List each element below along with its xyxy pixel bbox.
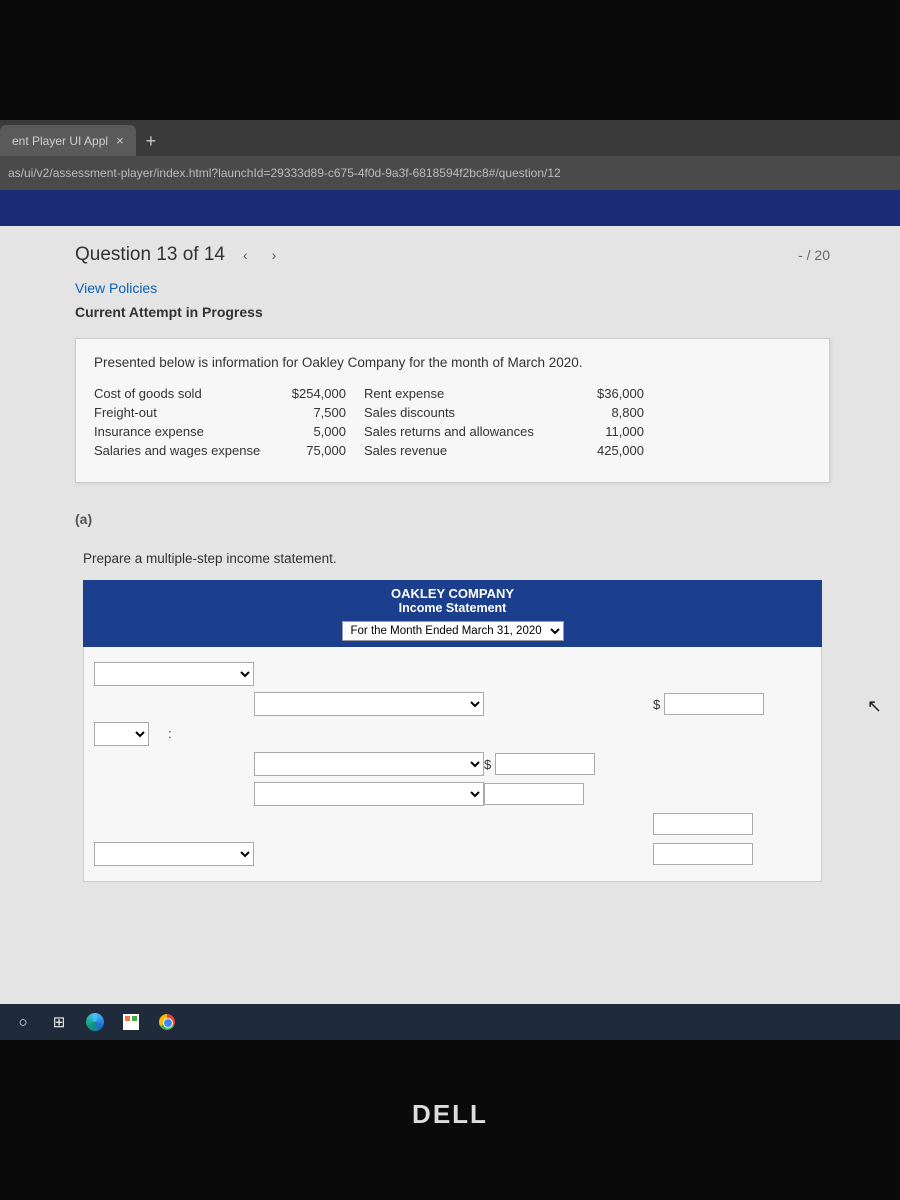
dollar-sign: $	[484, 757, 491, 772]
instruction-text: Prepare a multiple-step income statement…	[83, 551, 830, 566]
laptop-frame: ent Player UI Appl × + as/ui/v2/assessme…	[0, 0, 900, 1200]
url-text: as/ui/v2/assessment-player/index.html?la…	[8, 166, 561, 180]
statement-body: $ : $	[83, 647, 822, 882]
browser-tab-strip: ent Player UI Appl × +	[0, 120, 900, 156]
part-label: (a)	[75, 511, 830, 527]
laptop-brand: DELL	[0, 1099, 900, 1130]
date-select[interactable]: For the Month Ended March 31, 2020	[342, 621, 564, 641]
amount-input[interactable]	[653, 813, 753, 835]
statement-title: Income Statement	[83, 601, 822, 619]
date-row: For the Month Ended March 31, 2020	[83, 621, 822, 647]
account-select[interactable]	[94, 722, 149, 746]
company-name: OAKLEY COMPANY	[83, 586, 822, 601]
screen: ent Player UI Appl × + as/ui/v2/assessme…	[0, 120, 900, 1040]
statement-header: OAKLEY COMPANY Income Statement	[83, 580, 822, 621]
cursor-icon: ↖	[867, 696, 882, 717]
new-tab-button[interactable]: +	[136, 127, 167, 156]
question-info-card: Presented below is information for Oakle…	[75, 338, 830, 483]
account-select[interactable]	[94, 662, 254, 686]
table-row: Freight-out 7,500 Sales discounts 8,800	[94, 403, 811, 422]
question-header: Question 13 of 14 ‹ › - / 20	[75, 238, 830, 276]
question-container: Question 13 of 14 ‹ › - / 20 View Polici…	[0, 226, 900, 882]
close-icon[interactable]: ×	[116, 133, 124, 148]
view-policies-link[interactable]: View Policies	[75, 280, 830, 296]
windows-taskbar: ○ ⊞	[0, 1004, 900, 1040]
amount-input[interactable]	[664, 693, 764, 715]
next-question-button[interactable]: ›	[266, 245, 283, 265]
prev-question-button[interactable]: ‹	[237, 245, 254, 265]
score-label: - / 20	[798, 247, 830, 263]
amount-input[interactable]	[653, 843, 753, 865]
taskview-icon[interactable]: ⊞	[42, 1007, 76, 1037]
tab-title: ent Player UI Appl	[12, 134, 108, 148]
table-row: Salaries and wages expense 75,000 Sales …	[94, 441, 811, 460]
account-select[interactable]	[254, 782, 484, 806]
question-number-label: Question 13 of 14	[75, 244, 225, 266]
amount-input[interactable]	[484, 783, 584, 805]
cortana-icon[interactable]: ○	[6, 1007, 40, 1037]
account-select[interactable]	[94, 842, 254, 866]
income-statement-form: OAKLEY COMPANY Income Statement For the …	[83, 580, 822, 882]
chrome-icon[interactable]	[150, 1007, 184, 1037]
browser-tab[interactable]: ent Player UI Appl ×	[0, 125, 136, 156]
account-select[interactable]	[254, 752, 484, 776]
assessment-header-bar	[0, 190, 900, 226]
amount-input[interactable]	[495, 753, 595, 775]
store-icon[interactable]	[114, 1007, 148, 1037]
table-row: Insurance expense 5,000 Sales returns an…	[94, 422, 811, 441]
attempt-status: Current Attempt in Progress	[75, 304, 830, 320]
table-row: Cost of goods sold $254,000 Rent expense…	[94, 384, 811, 403]
page-content: Question 13 of 14 ‹ › - / 20 View Polici…	[0, 190, 900, 1040]
data-table: Cost of goods sold $254,000 Rent expense…	[94, 384, 811, 460]
url-bar[interactable]: as/ui/v2/assessment-player/index.html?la…	[0, 156, 900, 190]
colon-label: :	[164, 726, 172, 741]
question-intro: Presented below is information for Oakle…	[94, 355, 811, 370]
dollar-sign: $	[653, 697, 660, 712]
account-select[interactable]	[254, 692, 484, 716]
edge-icon[interactable]	[78, 1007, 112, 1037]
